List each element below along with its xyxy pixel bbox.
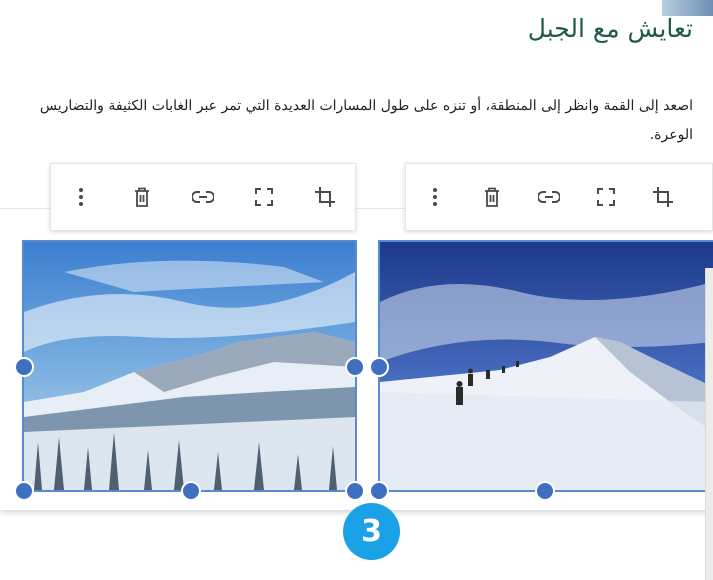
image-toolbar-right xyxy=(405,163,713,231)
delete-button[interactable] xyxy=(472,177,512,217)
side-panel-edge xyxy=(705,268,713,580)
resize-handle-right-middle-left[interactable] xyxy=(369,357,389,377)
snowy-forest-mountain-image xyxy=(24,242,355,490)
resize-handle-right-bottom-middle[interactable] xyxy=(535,481,555,501)
page-title[interactable]: تعايش مع الجبل xyxy=(528,14,693,43)
fullscreen-icon xyxy=(254,188,273,206)
crop-icon xyxy=(314,187,335,207)
more-options-button[interactable] xyxy=(415,177,455,217)
more-vertical-icon xyxy=(432,188,437,206)
resize-handle-left-middle-right[interactable] xyxy=(345,357,365,377)
fullscreen-icon xyxy=(597,188,616,206)
image-toolbar-left xyxy=(50,163,356,231)
resize-handle-left-bottom-right[interactable] xyxy=(345,481,365,501)
crop-button[interactable] xyxy=(643,177,683,217)
step-number-badge: 3 xyxy=(343,503,400,560)
link-icon xyxy=(191,191,214,203)
resize-handle-right-bottom-left[interactable] xyxy=(369,481,389,501)
link-icon xyxy=(537,191,560,203)
more-vertical-icon xyxy=(79,188,84,206)
crop-icon xyxy=(653,187,674,207)
editor-page: تعايش مع الجبل اصعد إلى القمة وانظر إلى … xyxy=(0,0,713,510)
image-right[interactable] xyxy=(378,240,713,492)
image-left[interactable] xyxy=(22,240,357,492)
more-options-button[interactable] xyxy=(61,177,101,217)
link-button[interactable] xyxy=(529,177,569,217)
resize-handle-left-middle-left[interactable] xyxy=(14,357,34,377)
resize-handle-left-bottom-left[interactable] xyxy=(14,481,34,501)
crop-button[interactable] xyxy=(305,177,345,217)
delete-icon xyxy=(484,187,499,207)
body-paragraph[interactable]: اصعد إلى القمة وانظر إلى المنطقة، أو تنز… xyxy=(13,92,693,150)
resize-handle-left-bottom-middle[interactable] xyxy=(181,481,201,501)
hikers-snow-ridge-image xyxy=(380,242,713,490)
delete-icon xyxy=(135,187,150,207)
link-button[interactable] xyxy=(183,177,223,217)
delete-button[interactable] xyxy=(122,177,162,217)
fullscreen-button[interactable] xyxy=(586,177,626,217)
fullscreen-button[interactable] xyxy=(244,177,284,217)
